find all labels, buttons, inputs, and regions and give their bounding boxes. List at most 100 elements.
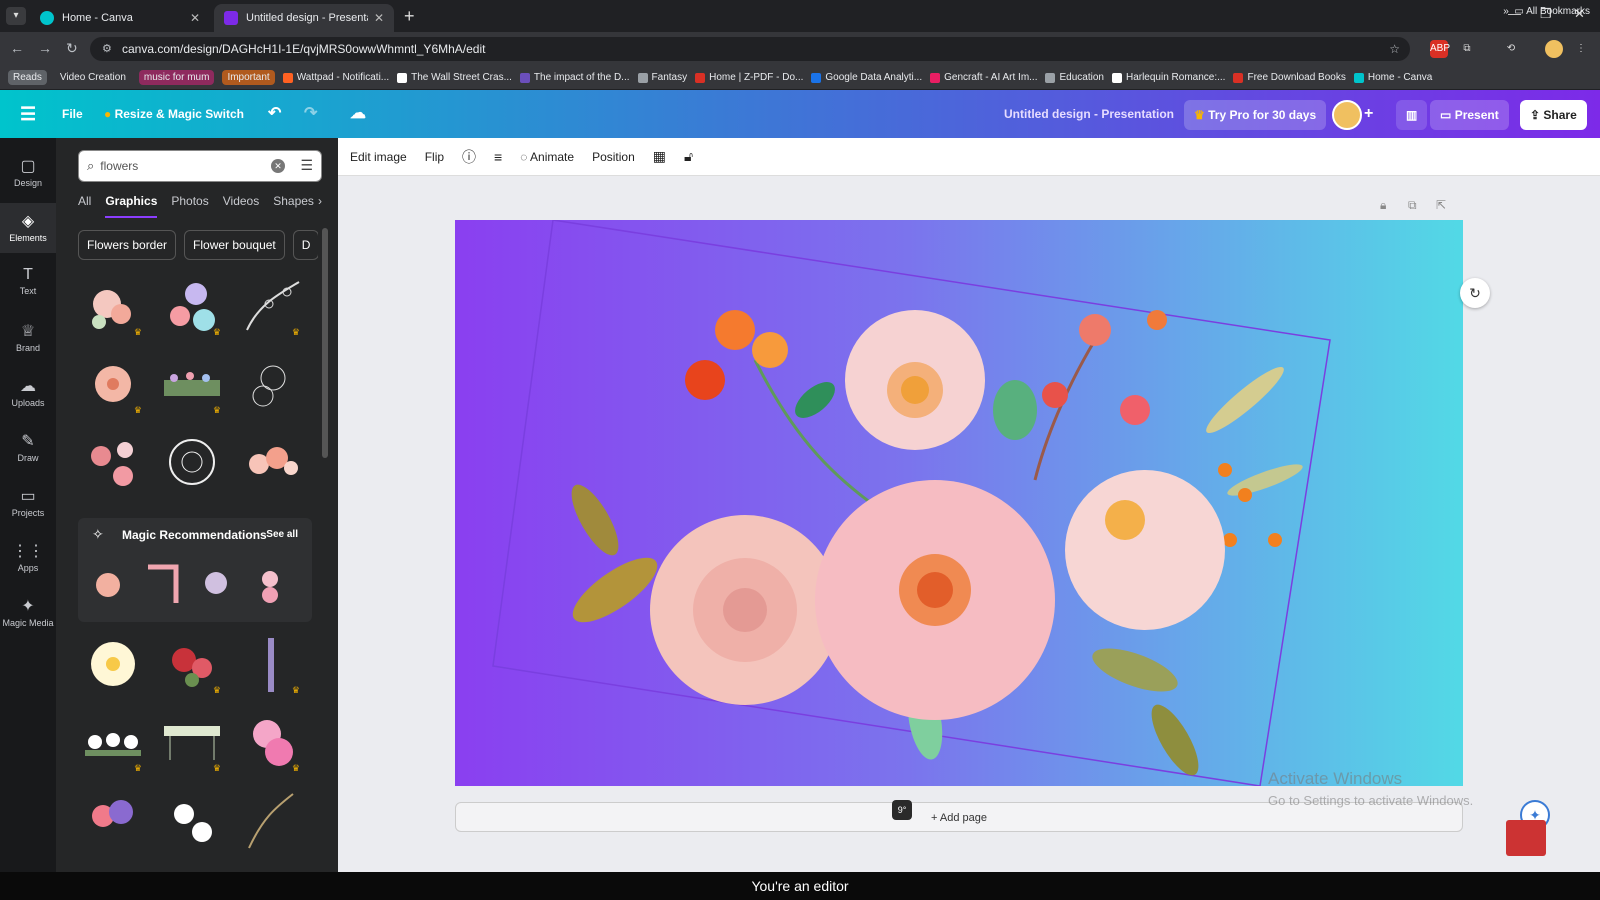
duplicate-page-icon[interactable]: ⧉ [1408, 198, 1417, 213]
graphic-thumbnail[interactable] [78, 784, 148, 856]
animate-button[interactable]: ◌ Animate [520, 150, 574, 164]
bookmark-star-icon[interactable]: ☆ [1389, 37, 1400, 61]
graphic-thumbnail[interactable] [157, 784, 227, 856]
graphic-thumbnail[interactable]: ♛ [157, 628, 227, 700]
page-number-badge[interactable]: 9° [892, 800, 912, 820]
rail-item-apps[interactable]: ⋮⋮ Apps [0, 533, 56, 583]
add-page-icon[interactable]: ⇱ [1436, 198, 1446, 212]
all-bookmarks-button[interactable]: » ▭ All Bookmarks [1503, 6, 1590, 17]
line-weight-icon[interactable]: ≡ [494, 149, 502, 165]
suggestion-chip[interactable]: D [292, 230, 318, 260]
adblock-extension-icon[interactable]: ABP [1430, 40, 1450, 58]
try-pro-button[interactable]: ♛ Try Pro for 30 days [1184, 100, 1327, 130]
clear-search-icon[interactable]: ✕ [271, 159, 285, 173]
bookmark-item[interactable]: Free Download Books [1233, 72, 1346, 83]
suggestion-chip[interactable]: Flower bouquet [184, 230, 285, 260]
profile-avatar[interactable] [1545, 40, 1563, 58]
graphic-thumbnail[interactable] [78, 628, 148, 700]
bookmark-item[interactable]: Education [1045, 72, 1104, 83]
bookmark-item[interactable]: The Wall Street Cras... [397, 72, 512, 83]
search-field[interactable]: ⌕ flowers ✕ ☰ [78, 150, 322, 182]
tab-all[interactable]: All [78, 194, 91, 218]
page-thumbnail[interactable] [1506, 820, 1546, 856]
new-tab-button[interactable]: + [404, 6, 415, 27]
graphic-thumbnail[interactable]: ♛ [236, 706, 306, 778]
graphic-thumbnail[interactable] [236, 426, 306, 498]
see-all-link[interactable]: See all [266, 529, 298, 540]
file-menu[interactable]: File [62, 90, 83, 138]
rail-item-brand[interactable]: ♕ Brand [0, 313, 56, 363]
cloud-save-icon[interactable]: ☁ [350, 90, 366, 138]
tab-search-button[interactable]: ▾ [6, 7, 26, 25]
tabs-scroll-right-icon[interactable]: › [318, 194, 322, 208]
graphic-thumbnail[interactable]: ♛ [78, 348, 148, 420]
graphic-thumbnail[interactable]: ♛ [236, 628, 306, 700]
graphic-thumbnail[interactable]: ♛ [157, 706, 227, 778]
page-lock-icon[interactable]: 🔒︎ [1380, 198, 1386, 213]
rail-item-text[interactable]: T Text [0, 258, 56, 308]
graphic-thumbnail[interactable] [236, 348, 306, 420]
bookmark-item[interactable]: Video Creation [55, 70, 131, 85]
extensions-icon[interactable]: ⧉ [1458, 40, 1476, 58]
rail-item-magic-media[interactable]: ✦ Magic Media [0, 588, 56, 638]
rail-item-uploads[interactable]: ☁ Uploads [0, 368, 56, 418]
graphic-thumbnail[interactable]: ♛ [157, 348, 227, 420]
insights-icon[interactable]: ▥ [1396, 100, 1428, 130]
bookmark-item[interactable]: Important [222, 70, 275, 85]
graphic-thumbnail[interactable]: ♛ [78, 270, 148, 342]
position-button[interactable]: Position [592, 150, 635, 164]
bookmark-item[interactable]: Harlequin Romance:... [1111, 72, 1225, 83]
rail-item-design[interactable]: ▢ Design [0, 148, 56, 198]
bookmark-item[interactable]: Gencraft - AI Art Im... [930, 72, 1037, 83]
browser-tab-home[interactable]: Home - Canva ✕ [30, 4, 210, 32]
reload-icon[interactable]: ↻ [66, 40, 78, 57]
site-info-icon[interactable]: ⚙ [102, 37, 112, 61]
bookmark-item[interactable]: Wattpad - Notificati... [282, 72, 389, 83]
browser-tab-design[interactable]: Untitled design - Presentation ✕ [214, 4, 394, 32]
url-field[interactable]: ⚙ canva.com/design/DAGHcH1I-1E/qvjMRS0ow… [90, 37, 1410, 61]
suggestion-chip[interactable]: Flowers border [78, 230, 177, 260]
filter-icon[interactable]: ☰ [300, 157, 313, 174]
tab-shapes[interactable]: Shapes [273, 194, 314, 218]
flip-button[interactable]: Flip [425, 150, 444, 164]
graphic-thumbnail[interactable]: ♛ [157, 270, 227, 342]
search-input[interactable]: flowers [100, 159, 138, 173]
lock-icon[interactable]: 🔓︎ [684, 148, 693, 165]
graphic-thumbnail[interactable] [78, 426, 148, 498]
tab-graphics[interactable]: Graphics [105, 194, 158, 218]
add-collaborator-icon[interactable]: + [1364, 90, 1373, 138]
close-tab-icon[interactable]: ✕ [374, 11, 384, 25]
browser-menu-icon[interactable]: ⋮ [1572, 40, 1590, 58]
undo-icon[interactable]: ↶ [268, 90, 281, 138]
bookmark-item[interactable]: Fantasy [637, 72, 687, 83]
rail-item-elements[interactable]: ◈ Elements [0, 203, 56, 253]
recommendation-thumbnail[interactable] [196, 558, 236, 610]
bookmark-item[interactable]: music for mum [138, 70, 215, 85]
bookmark-item[interactable]: Google Data Analyti... [811, 72, 922, 83]
present-button[interactable]: ▭ Present [1430, 100, 1509, 130]
bookmark-item[interactable]: The impact of the D... [519, 72, 630, 83]
tab-videos[interactable]: Videos [223, 194, 259, 218]
recommendation-thumbnail[interactable] [250, 558, 290, 610]
panel-scrollbar[interactable] [322, 228, 328, 458]
resize-magic-switch-button[interactable]: ● Resize & Magic Switch [104, 90, 244, 138]
doc-title[interactable]: Untitled design - Presentation [1004, 90, 1174, 138]
redo-icon[interactable]: ↷ [304, 90, 317, 138]
info-icon[interactable]: ⓘ [462, 147, 476, 167]
regenerate-icon[interactable]: ↻ [1460, 278, 1490, 308]
user-avatar[interactable] [1332, 100, 1362, 130]
bookmark-item[interactable]: Reads [8, 70, 47, 85]
recommendation-thumbnail[interactable] [88, 558, 128, 610]
graphic-thumbnail[interactable] [236, 784, 306, 856]
close-tab-icon[interactable]: ✕ [190, 11, 200, 25]
bookmark-item[interactable]: Home - Canva [1353, 72, 1432, 83]
bookmark-item[interactable]: Home | Z-PDF - Do... [695, 72, 803, 83]
graphic-thumbnail[interactable] [157, 426, 227, 498]
transparency-icon[interactable]: ▦ [653, 148, 666, 165]
design-canvas[interactable] [455, 220, 1463, 786]
history-icon[interactable]: ⟲ [1502, 40, 1520, 58]
share-button[interactable]: ⇪ Share [1520, 100, 1587, 130]
graphic-thumbnail[interactable]: ♛ [78, 706, 148, 778]
back-icon[interactable]: ← [10, 40, 24, 56]
edit-image-button[interactable]: Edit image [350, 150, 407, 164]
